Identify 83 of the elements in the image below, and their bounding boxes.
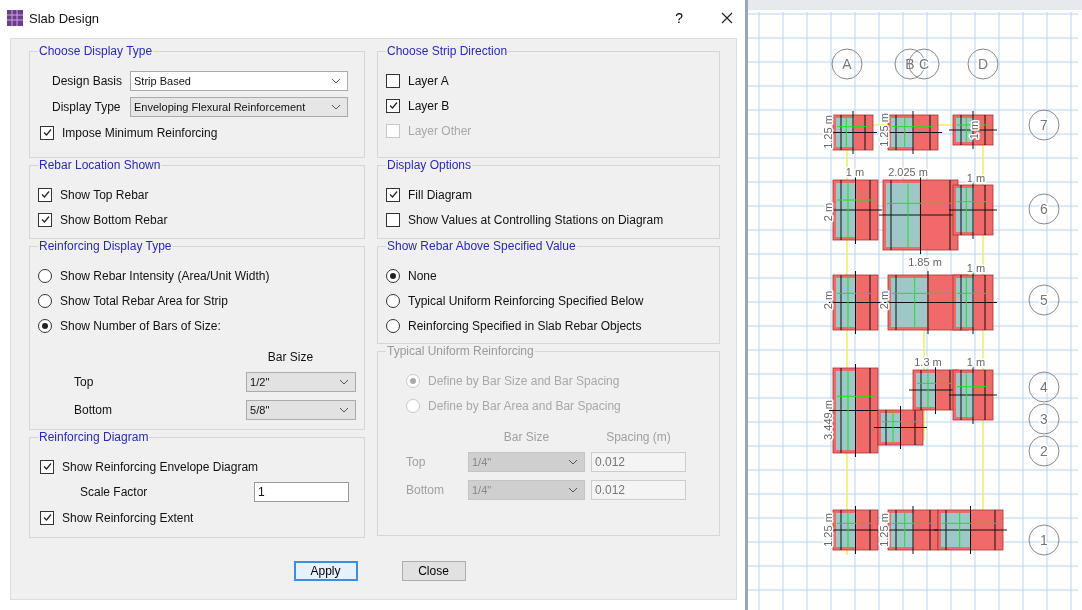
radio-label[interactable]: Reinforcing Specified in Slab Rebar Objects bbox=[408, 318, 642, 333]
grid-bubble: 1 bbox=[1028, 524, 1060, 556]
dimension-label: 1.25 m bbox=[878, 113, 890, 147]
radio-button[interactable] bbox=[386, 293, 400, 308]
radio-label[interactable]: Show Total Rebar Area for Strip bbox=[60, 293, 228, 308]
grid-bubble: 7 bbox=[1028, 109, 1060, 141]
dropdown[interactable]: Enveloping Flexural Reinforcement bbox=[130, 97, 348, 117]
row-label: Bottom bbox=[73, 403, 113, 417]
field-label: Design Basis bbox=[52, 74, 124, 88]
field-label: Display Type bbox=[52, 100, 122, 114]
dimension-label: 3.449 m bbox=[822, 400, 834, 440]
grid-bubble: 5 bbox=[1028, 284, 1060, 316]
group-title: Choose Display Type bbox=[38, 44, 154, 58]
dimension-label: 1.25 m bbox=[822, 513, 834, 547]
grid-bubble: 4 bbox=[1028, 371, 1060, 403]
radio-label[interactable]: Show Rebar Intensity (Area/Unit Width) bbox=[60, 268, 270, 283]
dialog-button[interactable]: Close bbox=[401, 561, 466, 581]
grid-bubble: 6 bbox=[1028, 193, 1060, 225]
checkbox[interactable] bbox=[40, 125, 54, 140]
checkbox-label[interactable]: Fill Diagram bbox=[408, 187, 472, 202]
window-title: Slab Design bbox=[29, 10, 101, 26]
group-title: Rebar Location Shown bbox=[38, 158, 162, 172]
input-field[interactable]: 1 bbox=[254, 482, 349, 502]
dimension-label: 1.25 m bbox=[878, 513, 890, 547]
checkbox[interactable] bbox=[386, 98, 400, 113]
chevron-icon bbox=[568, 459, 578, 465]
radio-button[interactable] bbox=[38, 318, 52, 333]
dropdown[interactable]: 1/2" bbox=[246, 372, 356, 392]
checkbox-label[interactable]: Show Bottom Rebar bbox=[60, 212, 168, 227]
checkbox-label[interactable]: Show Reinforcing Envelope Diagram bbox=[62, 459, 259, 474]
column-header: Bar Size bbox=[502, 430, 551, 446]
dimension-label: 1.85 m bbox=[908, 256, 942, 268]
dimension-label: 1.25 m bbox=[822, 115, 834, 149]
radio-label[interactable]: Typical Uniform Reinforcing Specified Below bbox=[408, 293, 644, 308]
checkbox[interactable] bbox=[38, 187, 52, 202]
checkbox-label[interactable]: Show Values at Controlling Stations on Diagram bbox=[408, 212, 664, 227]
radio-button[interactable] bbox=[38, 293, 52, 308]
checkbox-label[interactable]: Show Top Rebar bbox=[60, 187, 149, 202]
checkbox[interactable] bbox=[40, 510, 54, 525]
radio-button[interactable] bbox=[38, 268, 52, 283]
checkbox[interactable] bbox=[386, 73, 400, 88]
help-button[interactable]: ? bbox=[675, 10, 683, 26]
radio-button[interactable] bbox=[386, 268, 400, 283]
group-title: Reinforcing Display Type bbox=[38, 239, 173, 253]
dropdown[interactable]: 5/8" bbox=[246, 400, 356, 420]
chevron-icon bbox=[331, 104, 341, 110]
grid-bubble: 2 bbox=[1028, 435, 1060, 467]
checkbox-label[interactable]: Show Reinforcing Extent bbox=[62, 510, 194, 525]
field-label: Scale Factor bbox=[80, 485, 149, 499]
checkbox-label[interactable]: Layer A bbox=[408, 73, 449, 88]
dimension-label: 1 m bbox=[968, 120, 980, 140]
checkbox[interactable] bbox=[386, 187, 400, 202]
group-title: Show Rebar Above Specified Value bbox=[386, 239, 577, 253]
group-title: Typical Uniform Reinforcing bbox=[386, 344, 535, 358]
grid-bubble: 3 bbox=[1028, 403, 1060, 435]
dimension-label: 2 m bbox=[878, 290, 890, 310]
checkbox[interactable] bbox=[38, 212, 52, 227]
column-header: Bar Size bbox=[266, 350, 315, 366]
dropdown[interactable]: Strip Based bbox=[130, 71, 348, 91]
radio-button[interactable] bbox=[386, 318, 400, 333]
radio-label[interactable]: None bbox=[408, 268, 437, 283]
app-icon bbox=[7, 10, 23, 26]
group-title: Display Options bbox=[386, 158, 473, 172]
column-header: Spacing (m) bbox=[605, 430, 672, 446]
checkbox-label[interactable]: Impose Minimum Reinforcing bbox=[62, 125, 218, 140]
chevron-icon bbox=[339, 379, 349, 385]
dimension-label: 2 m bbox=[822, 290, 834, 310]
group-title: Choose Strip Direction bbox=[386, 44, 509, 58]
chevron-icon bbox=[339, 407, 349, 413]
row-label: Bottom bbox=[405, 483, 445, 497]
grid-bubble: D bbox=[967, 48, 999, 80]
dimension-label: 2.025 m bbox=[888, 166, 928, 178]
row-label: Top bbox=[73, 375, 95, 389]
group-title: Reinforcing Diagram bbox=[38, 430, 150, 444]
radio-label[interactable]: Show Number of Bars of Size: bbox=[60, 318, 221, 333]
chevron-icon bbox=[568, 487, 578, 493]
row-label: Top bbox=[405, 455, 427, 469]
dialog-button[interactable]: Apply bbox=[293, 561, 358, 581]
grid-bubble: A bbox=[831, 48, 863, 80]
chevron-icon bbox=[331, 78, 341, 84]
checkbox-label[interactable]: Layer B bbox=[408, 98, 450, 113]
checkbox[interactable] bbox=[40, 459, 54, 474]
checkbox[interactable] bbox=[386, 212, 400, 227]
